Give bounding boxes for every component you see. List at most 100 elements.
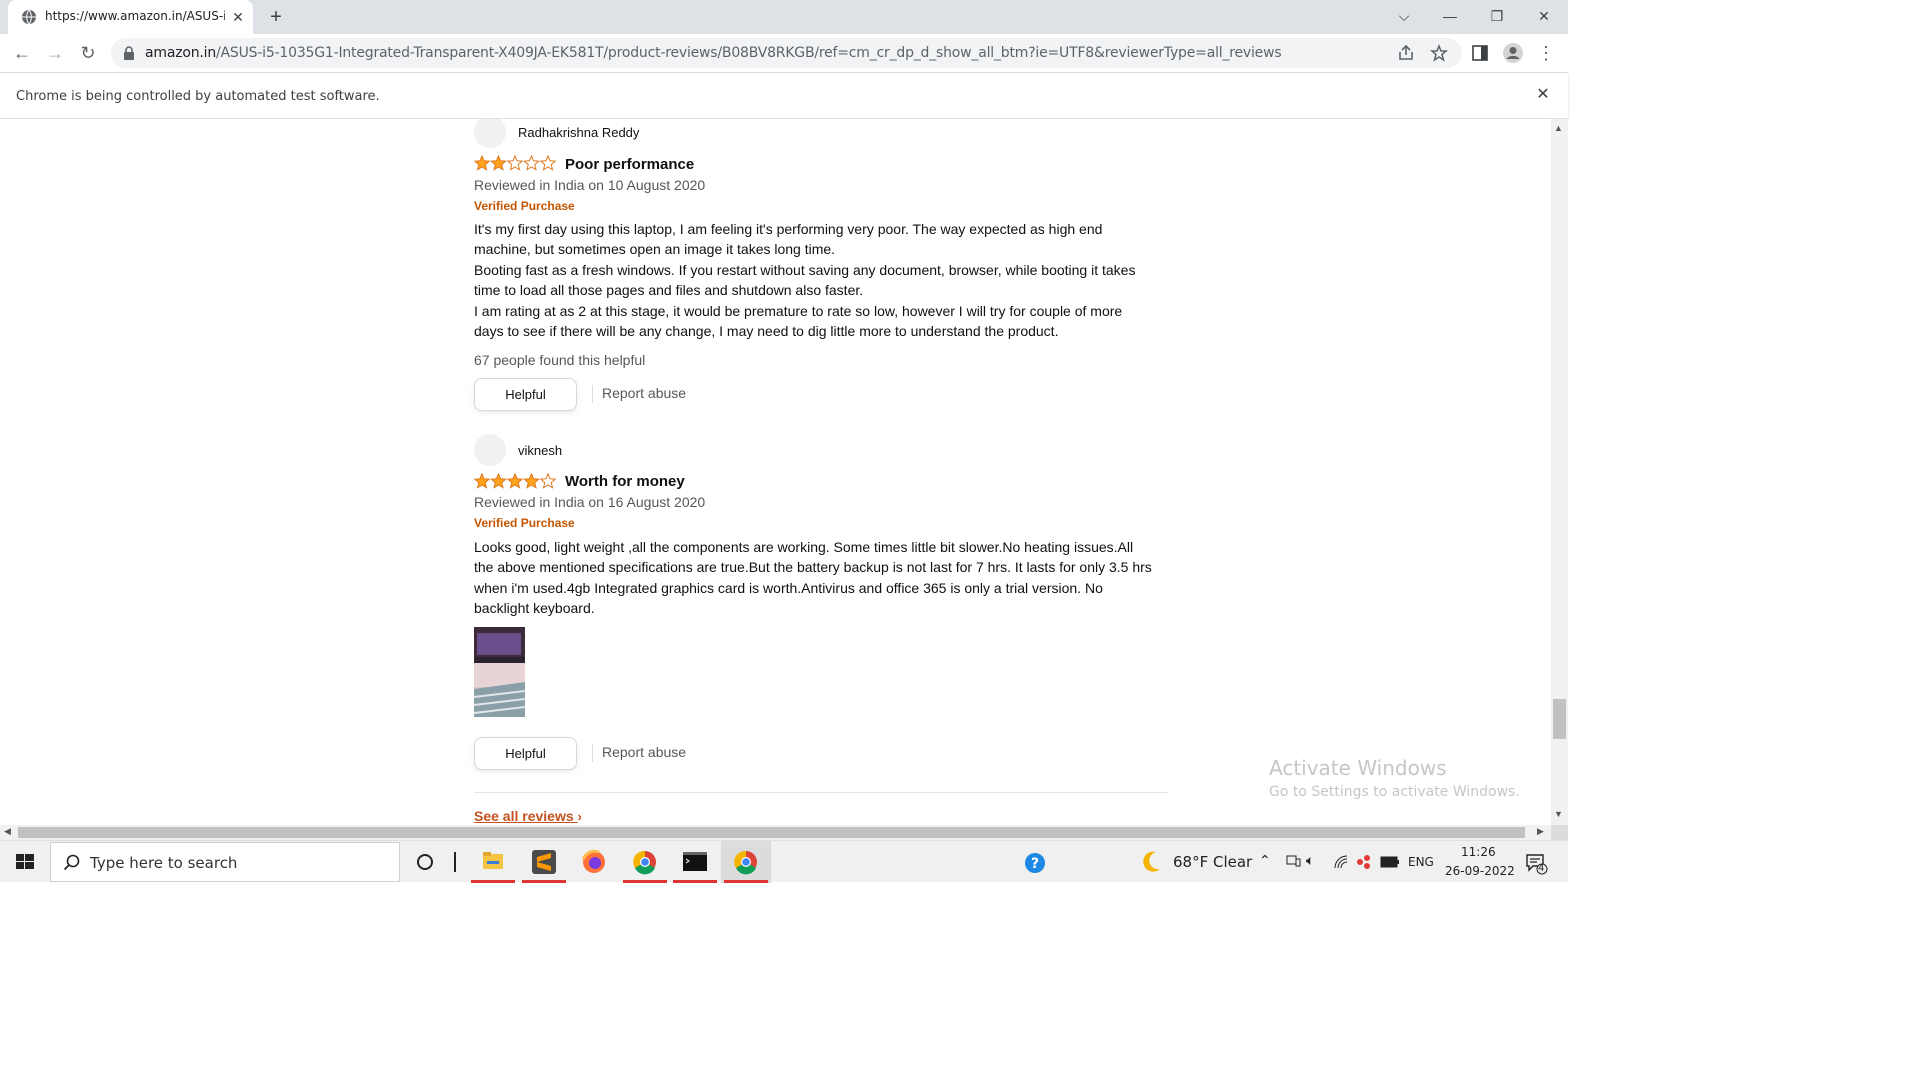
vertical-scrollbar[interactable]: ▲ ▼ [1551, 119, 1568, 825]
taskbar-firefox[interactable] [569, 841, 619, 883]
review-body-line: days to see if there will be any change,… [474, 323, 1059, 340]
see-all-reviews-link[interactable]: See all reviews › [474, 808, 582, 824]
reviewer-name[interactable]: viknesh [518, 443, 562, 458]
infobar-message: Chrome is being controlled by automated … [16, 89, 380, 104]
helpful-count: 67 people found this helpful [474, 352, 646, 368]
review-body-line: It's my first day using this laptop, I a… [474, 221, 1103, 237]
review-title[interactable]: Poor performance [565, 156, 694, 173]
taskbar-chrome-1[interactable] [620, 841, 670, 883]
url-path: /ASUS-i5-1035G1-Integrated-Transparent-X… [216, 45, 1282, 61]
review-body-line: Booting fast as a fresh windows. If you … [474, 261, 1136, 278]
address-bar[interactable]: amazon.in/ASUS-i5-1035G1-Integrated-Tran… [111, 38, 1462, 68]
empty-star-icon [539, 473, 557, 489]
volume-icon[interactable]: 🔈︎ [1306, 853, 1314, 869]
action-divider [592, 385, 593, 403]
review-body: It's my first day using this laptop, I a… [474, 219, 1174, 341]
battery-icon[interactable] [1380, 855, 1400, 869]
reviewer-avatar[interactable] [474, 434, 506, 466]
help-icon[interactable]: ? [1010, 841, 1060, 883]
scroll-right-icon[interactable]: ▶ [1537, 826, 1544, 837]
filled-star-icon [523, 473, 540, 489]
report-abuse-link[interactable]: Report abuse [602, 744, 686, 760]
new-tab-icon[interactable]: + [265, 6, 287, 28]
terminal-icon [683, 852, 707, 871]
helpful-button[interactable]: Helpful [474, 737, 577, 770]
share-icon[interactable] [1397, 44, 1415, 62]
taskbar-terminal[interactable] [670, 841, 720, 883]
profile-avatar-icon[interactable] [1502, 42, 1524, 64]
sublime-text-icon [532, 850, 556, 874]
notifications-icon[interactable] [1524, 851, 1548, 875]
star-rating[interactable] [474, 155, 558, 171]
taskbar-search-box[interactable]: Type here to search [50, 842, 400, 882]
tab-close-icon[interactable]: ✕ [230, 9, 246, 25]
weather-text[interactable]: 68°F Clear [1173, 853, 1252, 871]
search-icon [63, 854, 80, 871]
star-rating[interactable] [474, 473, 558, 489]
clock-date[interactable]: 26-09-2022 [1445, 864, 1515, 878]
taskbar-file-explorer[interactable] [468, 841, 518, 883]
back-arrow-icon[interactable]: ← [11, 42, 33, 64]
review-body-line: Looks good, light weight ,all the compon… [474, 539, 1134, 555]
review-body-line: time to load all those pages and files a… [474, 282, 864, 299]
review-image-thumbnail[interactable] [474, 627, 525, 717]
search-placeholder: Type here to search [90, 854, 238, 872]
app-tray-icon[interactable] [1355, 853, 1373, 871]
bookmark-star-icon[interactable] [1430, 44, 1448, 62]
scroll-left-icon[interactable]: ◀ [4, 826, 11, 837]
scroll-up-icon[interactable]: ▲ [1554, 123, 1563, 133]
report-abuse-link[interactable]: Report abuse [602, 385, 686, 401]
horizontal-scrollbar[interactable]: ◀ ▶ [0, 825, 1551, 840]
automation-infobar: Chrome is being controlled by automated … [0, 72, 1568, 118]
firefox-icon [581, 849, 605, 873]
url-host: amazon.in [145, 45, 216, 61]
taskbar-chrome-2[interactable] [721, 841, 771, 883]
chrome-icon [734, 850, 757, 875]
activate-windows-subtitle: Go to Settings to activate Windows. [1269, 784, 1520, 800]
side-panel-icon[interactable] [1471, 44, 1489, 62]
browser-tab[interactable]: https://www.amazon.in/ASUS-i5- ✕ [8, 0, 253, 34]
infobar-close-icon[interactable]: ✕ [1534, 85, 1552, 105]
review-body-line: when i'm used.4gb Integrated graphics ca… [474, 579, 1103, 596]
running-indicator [724, 880, 768, 883]
reviewer-name[interactable]: Radhakrishna Reddy [518, 125, 639, 140]
empty-star-icon [539, 155, 557, 171]
activate-windows-title: Activate Windows [1269, 756, 1447, 780]
reload-icon[interactable]: ↻ [77, 42, 99, 64]
reviewer-avatar[interactable] [474, 119, 506, 148]
folder-icon [483, 852, 503, 869]
menu-dots-icon[interactable]: ⋮ [1535, 42, 1557, 64]
svg-text:?: ? [1031, 856, 1039, 872]
clock-time[interactable]: 11:26 [1461, 845, 1496, 859]
tab-search-chevron-icon[interactable]: ⌵ [1390, 4, 1418, 28]
filled-star-icon [474, 155, 491, 171]
vertical-scroll-thumb[interactable] [1553, 699, 1566, 739]
horizontal-scroll-thumb[interactable] [18, 827, 1525, 838]
wifi-icon[interactable] [1333, 854, 1349, 870]
network-device-icon[interactable] [1285, 853, 1301, 869]
running-indicator [522, 880, 566, 883]
taskbar-sublime-text[interactable] [519, 841, 569, 883]
restore-icon[interactable]: ❐ [1483, 4, 1511, 28]
tray-chevron-icon[interactable]: ⌃ [1259, 853, 1271, 869]
weather-moon-icon[interactable] [1130, 841, 1170, 883]
helpful-button[interactable]: Helpful [474, 378, 577, 411]
globe-icon [22, 9, 36, 25]
chevron-right-icon: › [577, 809, 582, 824]
see-all-reviews-label: See all reviews [474, 808, 574, 824]
review-title[interactable]: Worth for money [565, 473, 685, 490]
tab-strip: https://www.amazon.in/ASUS-i5- ✕ + ⌵ — ❐… [0, 0, 1568, 34]
windows-start-icon[interactable] [0, 841, 50, 883]
review-body-line: I am rating at as 2 at this stage, it wo… [474, 302, 1123, 319]
windows-taskbar: Type here to search ? 68°F Clear ⌃ 🔈︎ EN… [0, 840, 1568, 883]
running-indicator [623, 880, 667, 883]
minimize-icon[interactable]: — [1436, 4, 1464, 28]
language-indicator[interactable]: ENG [1408, 855, 1434, 869]
review-date: Reviewed in India on 10 August 2020 [474, 177, 706, 193]
chrome-icon [633, 850, 656, 875]
review-body-line: the above mentioned specifications are t… [474, 559, 1152, 576]
window-close-icon[interactable]: ✕ [1530, 4, 1558, 28]
review-body-line: backlight keyboard. [474, 600, 595, 617]
forward-arrow-icon[interactable]: → [44, 42, 66, 64]
scroll-down-icon[interactable]: ▼ [1554, 809, 1563, 819]
